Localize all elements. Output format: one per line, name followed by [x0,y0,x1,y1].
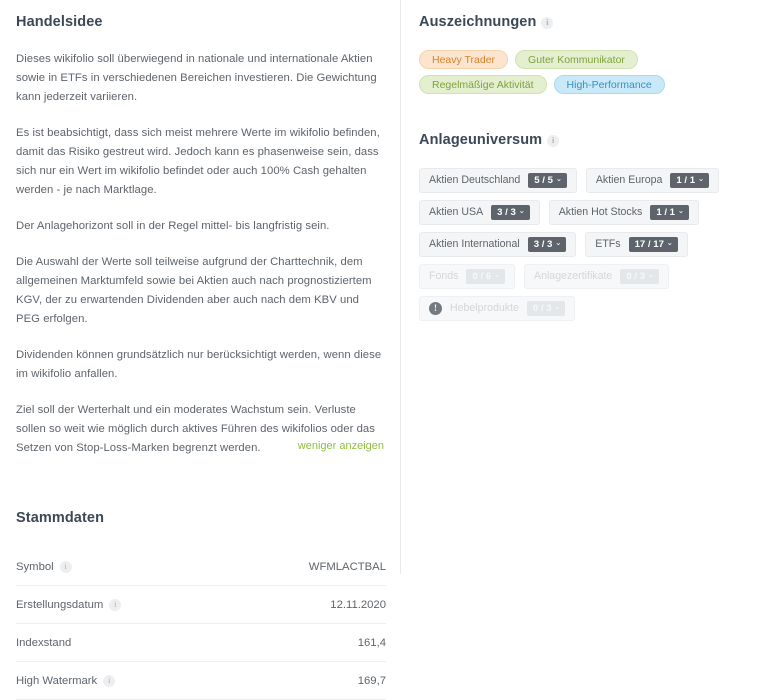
chevron-down-icon: ⌄ [678,208,684,215]
stammdaten-row: Erstellungsdatum i 12.11.2020 [16,586,386,624]
anlageuniversum-item[interactable]: Aktien USA 3 / 3 ⌄ [419,200,540,225]
chevron-down-icon: ⌄ [554,304,561,311]
auszeichnungen-badge-list: Heavy Trader Guter Kommunikator Regelmäßig… [419,50,749,94]
anlageuniversum-item-count-text: 3 / 3 [533,238,553,250]
stammdaten-table: Symbol i WFMLACTBAL Erstellungsdatum i 12.11.… [16,548,386,700]
left-column: Handelsidee Dieses wikifolio soll überwi… [0,0,401,700]
page-root: Handelsidee Dieses wikifolio soll überwi… [0,0,764,700]
right-column: Auszeichnungen i Heavy Trader Guter Kommun… [401,0,764,574]
anlageuniversum-item-count[interactable]: 1 / 1 ⌄ [650,204,689,221]
chevron-down-icon: ⌄ [555,240,562,247]
anlageuniversum-item-count[interactable]: 0 / 6 ⌄ [466,268,505,285]
stammdaten-row-label-wrap: Erstellungsdatum i [16,598,122,611]
chevron-down-icon: ⌄ [698,176,704,183]
anlageuniversum-item-count-text: 0 / 3 [532,302,552,314]
handelsidee-paragraph: Dieses wikifolio soll überwiegend in nat… [16,53,377,103]
handelsidee-title: Handelsidee [16,14,103,30]
auszeichnungen-title-text: Auszeichnungen [419,14,537,30]
chevron-down-icon: ⌄ [518,208,525,215]
stammdaten-row-label-wrap: High Watermark i [16,674,116,687]
auszeichnung-badge[interactable]: Guter Kommunikator [515,50,638,69]
stammdaten-row-label: Symbol [16,560,54,573]
anlageuniversum-item[interactable]: Aktien Deutschland 5 / 5 ⌄ [419,168,577,193]
anlageuniversum-item-count-text: 17 / 17 [634,238,664,250]
anlageuniversum-item-label: Aktien Deutschland [429,174,521,187]
anlageuniversum-list: Aktien Deutschland 5 / 5 ⌄ Aktien Europa 1 /… [419,168,755,321]
anlageuniversum-item[interactable]: Aktien Hot Stocks 1 / 1 ⌄ [548,200,699,225]
info-icon[interactable]: i [109,598,122,611]
stammdaten-row-value: 161,4 [357,636,386,649]
stammdaten-row-label-wrap: Symbol i [16,560,72,573]
anlageuniversum-item-count-text: 0 / 3 [626,270,645,282]
chevron-down-icon: ⌄ [648,272,654,279]
handelsidee-paragraph: Es ist beabsichtigt, dass sich meist meh… [16,127,380,196]
anlageuniversum-item: Fonds 0 / 6 ⌄ [419,264,515,289]
anlageuniversum-item-label: Hebelprodukte [450,302,519,315]
anlageuniversum-item-count-text: 3 / 3 [497,206,516,218]
anlageuniversum-item-label: Fonds [429,270,459,283]
chevron-down-icon: ⌄ [666,240,673,247]
stammdaten-row-label: Erstellungsdatum [16,598,104,611]
anlageuniversum-title: Anlageuniversum i [419,132,764,148]
anlageuniversum-item-count-text: 0 / 6 [472,270,492,282]
auszeichnungen-title: Auszeichnungen i [419,14,764,30]
stammdaten-row: High Watermark i 169,7 [16,662,386,700]
alert-icon: ! [429,302,442,315]
stammdaten-row-label: Indexstand [16,636,72,649]
auszeichnung-badge[interactable]: Regelmäßige Aktivität [419,75,547,94]
anlageuniversum-item-count-text: 1 / 1 [676,174,696,186]
anlageuniversum-item-count[interactable]: 17 / 17 ⌄ [628,236,678,253]
anlageuniversum-item-label: Aktien International [429,238,520,251]
stammdaten-row-label-wrap: Indexstand [16,637,71,649]
stammdaten-row: Symbol i WFMLACTBAL [16,548,386,586]
handelsidee-paragraph: Die Auswahl der Werte soll teilweise auf… [16,256,372,325]
anlageuniversum-item-label: Aktien Europa [595,174,663,187]
stammdaten-title: Stammdaten [16,510,105,526]
stammdaten-row-label: High Watermark [16,674,98,687]
anlageuniversum-item-count[interactable]: 5 / 5 ⌄ [528,172,567,189]
handelsidee-paragraph: Dividenden können grundsätzlich nur berü… [16,349,382,380]
chevron-down-icon: ⌄ [494,272,500,279]
stammdaten-section: Stammdaten Symbol i WFMLACTBAL Erstellungsd… [16,510,386,700]
info-icon[interactable]: i [541,17,554,29]
info-icon[interactable]: i [103,674,116,687]
auszeichnung-badge[interactable]: Heavy Trader [419,50,509,69]
anlageuniversum-section: Anlageuniversum i Aktien Deutschland 5 / 5… [419,132,764,321]
anlageuniversum-item-count[interactable]: 3 / 3 ⌄ [491,204,530,221]
anlageuniversum-item: ! Hebelprodukte 0 / 3 ⌄ [419,296,576,321]
stammdaten-row-value: 169,7 [357,674,386,687]
anlageuniversum-item-count[interactable]: 0 / 3 ⌄ [620,268,659,285]
anlageuniversum-item[interactable]: Aktien Europa 1 / 1 ⌄ [585,168,719,193]
anlageuniversum-item-count-text: 5 / 5 [534,174,553,186]
anlageuniversum-item-label: Anlagezertifikate [534,270,613,283]
anlageuniversum-item-label: ETFs [595,238,621,251]
anlageuniversum-item-count[interactable]: 0 / 3 ⌄ [526,300,566,317]
anlageuniversum-item-count[interactable]: 1 / 1 ⌄ [670,172,709,189]
handelsidee-body: Dieses wikifolio soll überwiegend in nat… [16,50,386,458]
anlageuniversum-item-count-text: 1 / 1 [656,206,675,218]
anlageuniversum-item[interactable]: ETFs 17 / 17 ⌄ [585,232,688,257]
anlageuniversum-item-count[interactable]: 3 / 3 ⌄ [527,236,567,253]
chevron-down-icon: ⌄ [555,176,562,183]
auszeichnung-badge[interactable]: High-Performance [553,75,665,94]
info-icon[interactable]: i [547,135,560,147]
anlageuniversum-item: Anlagezertifikate 0 / 3 ⌄ [524,264,669,289]
info-icon[interactable]: i [59,560,72,573]
stammdaten-row-value: WFMLACTBAL [308,560,386,573]
anlageuniversum-item[interactable]: Aktien International 3 / 3 ⌄ [419,232,577,257]
stammdaten-row-value: 12.11.2020 [330,598,386,611]
anlageuniversum-title-text: Anlageuniversum [419,132,543,148]
anlageuniversum-item-label: Aktien Hot Stocks [558,206,643,219]
stammdaten-row: Indexstand 161,4 [16,624,386,662]
anlageuniversum-item-label: Aktien USA [429,206,484,219]
handelsidee-paragraph: Der Anlagehorizont soll in der Regel mit… [16,220,330,232]
